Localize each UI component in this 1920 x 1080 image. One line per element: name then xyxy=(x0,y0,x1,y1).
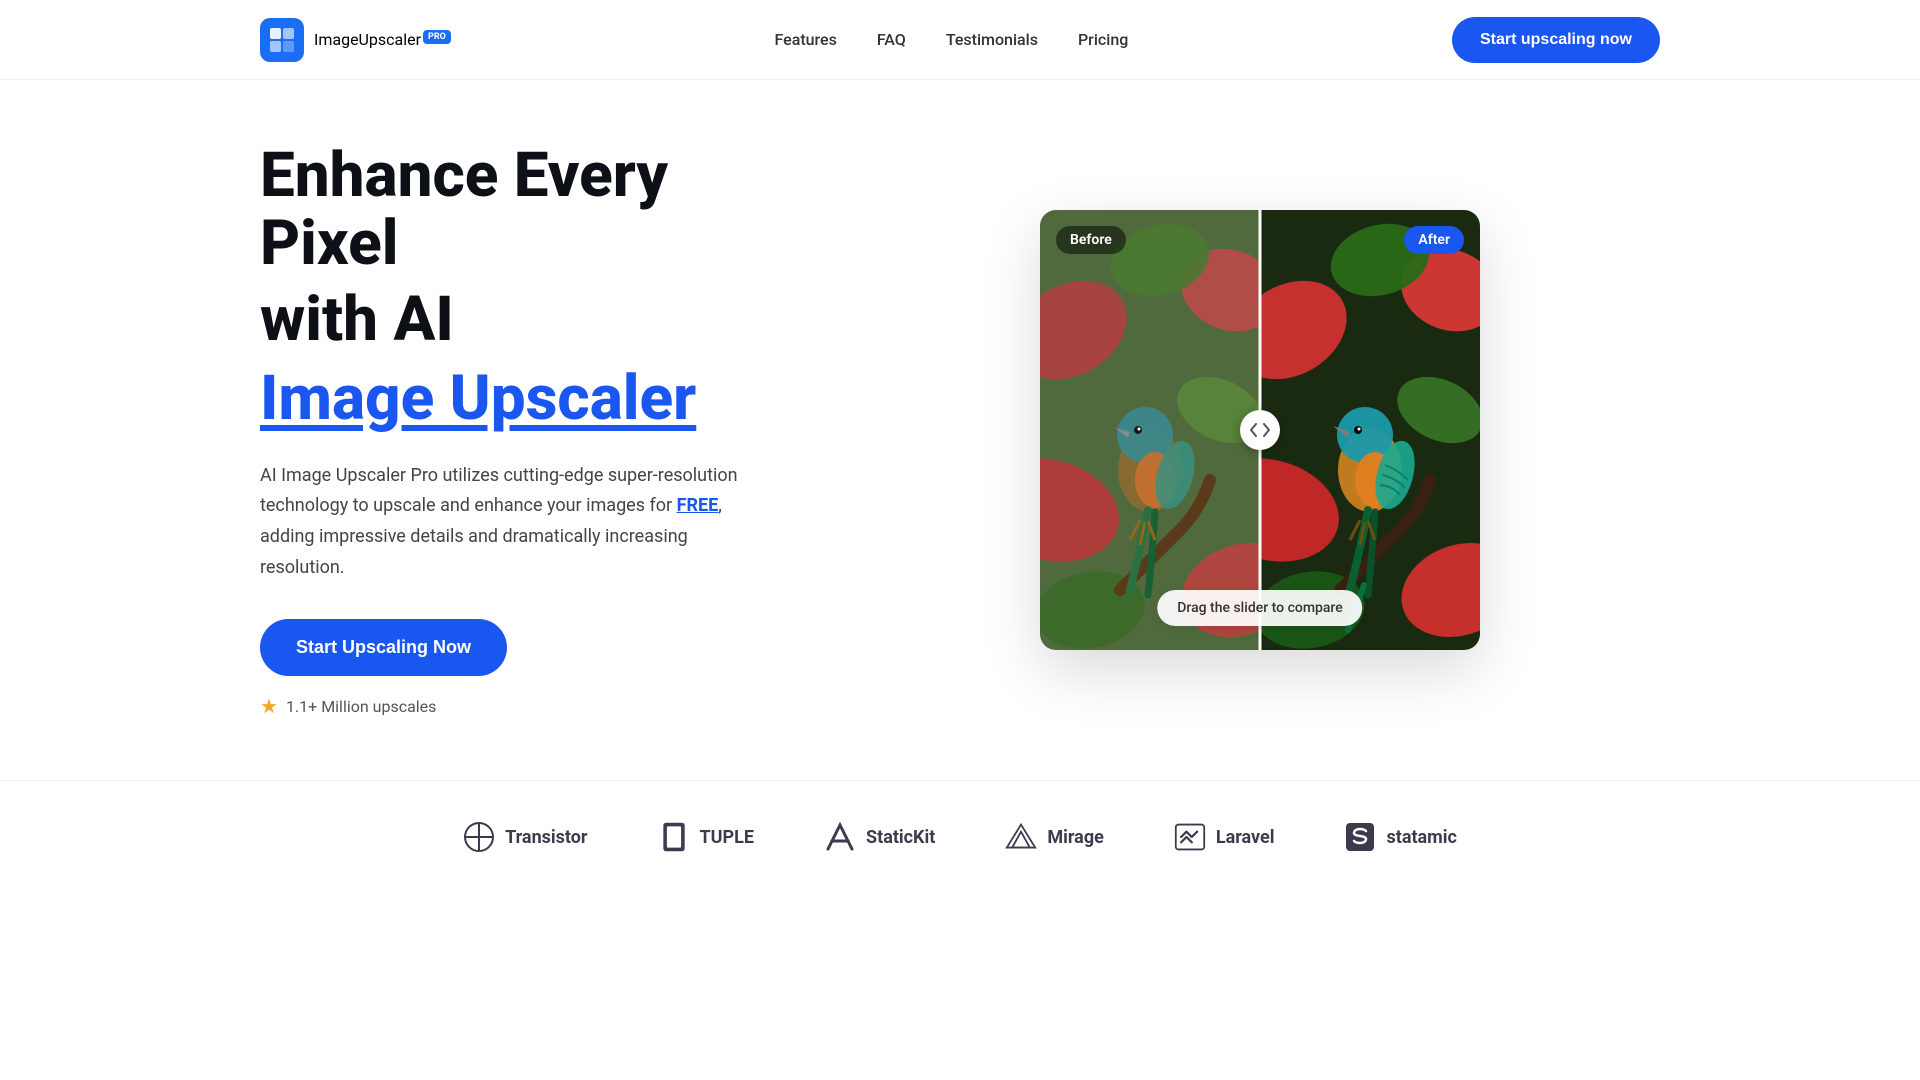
mirage-icon xyxy=(1005,821,1037,853)
nav-pricing[interactable]: Pricing xyxy=(1078,30,1128,49)
logo-tuple: TUPLE xyxy=(658,821,754,853)
tuple-icon xyxy=(658,821,690,853)
after-image xyxy=(1260,210,1480,650)
main-nav: Features FAQ Testimonials Pricing xyxy=(774,30,1128,49)
hero-title: Enhance Every Pixel with AI Image Upscal… xyxy=(260,142,780,437)
statamic-label: statamic xyxy=(1386,827,1456,848)
logo-statickit: StaticKit xyxy=(824,821,935,853)
before-label: Before xyxy=(1056,226,1126,254)
logo-laravel: Laravel xyxy=(1174,821,1275,853)
star-icon: ★ xyxy=(260,694,278,718)
hero-cta-button[interactable]: Start Upscaling Now xyxy=(260,619,507,676)
transistor-icon xyxy=(463,821,495,853)
compare-slider-handle[interactable] xyxy=(1240,410,1280,450)
before-image xyxy=(1040,210,1260,650)
image-compare-section: Before After Drag the slider to compare xyxy=(860,210,1660,650)
nav-faq[interactable]: FAQ xyxy=(877,30,906,49)
nav-testimonials[interactable]: Testimonials xyxy=(946,30,1038,49)
logo[interactable]: ImageUpscalerPRO xyxy=(260,18,451,62)
statickit-label: StaticKit xyxy=(866,827,935,848)
logo-mirage: Mirage xyxy=(1005,821,1103,853)
logo-text: ImageUpscalerPRO xyxy=(314,30,451,49)
logo-transistor: Transistor xyxy=(463,821,587,853)
statamic-icon xyxy=(1344,821,1376,853)
laravel-icon xyxy=(1174,821,1206,853)
mirage-label: Mirage xyxy=(1047,827,1103,848)
transistor-label: Transistor xyxy=(505,827,587,848)
header-cta-button[interactable]: Start upscaling now xyxy=(1452,17,1660,63)
drag-hint: Drag the slider to compare xyxy=(1157,590,1362,626)
logo-icon xyxy=(260,18,304,62)
laravel-label: Laravel xyxy=(1216,827,1275,848)
free-link[interactable]: FREE xyxy=(677,495,719,516)
statickit-icon xyxy=(824,821,856,853)
nav-features[interactable]: Features xyxy=(774,30,836,49)
hero-content: Enhance Every Pixel with AI Image Upscal… xyxy=(260,142,780,718)
upscales-count: ★ 1.1+ Million upscales xyxy=(260,694,780,718)
tuple-label: TUPLE xyxy=(700,827,754,848)
compare-container[interactable]: Before After Drag the slider to compare xyxy=(1040,210,1480,650)
logos-bar: Transistor TUPLE StaticKit Mirage xyxy=(0,780,1920,893)
hero-description: AI Image Upscaler Pro utilizes cutting-e… xyxy=(260,461,740,583)
logo-statamic: statamic xyxy=(1344,821,1456,853)
after-label: After xyxy=(1404,226,1464,254)
hero-section: Enhance Every Pixel with AI Image Upscal… xyxy=(0,80,1920,780)
